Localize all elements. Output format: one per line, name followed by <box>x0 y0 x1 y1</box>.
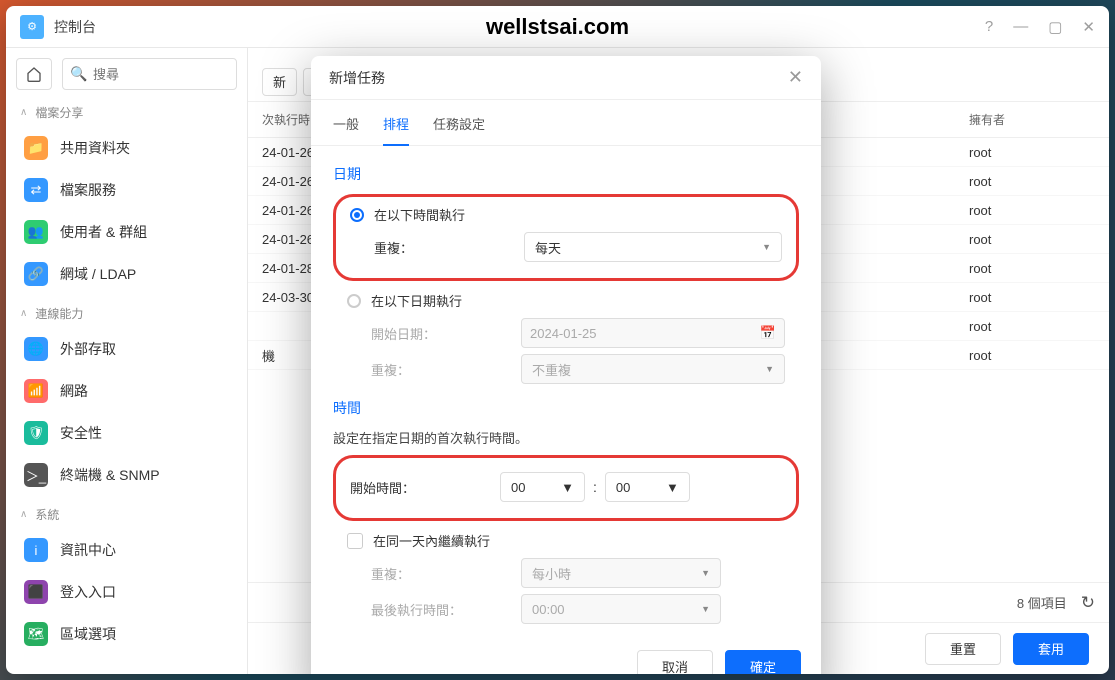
column-owner[interactable]: 擁有者 <box>969 111 1109 128</box>
folder-icon: 📁 <box>24 136 48 160</box>
apply-button[interactable]: 套用 <box>1013 633 1089 665</box>
sidebar-item-external-access[interactable]: 🌐外部存取 <box>16 328 237 370</box>
section-system[interactable]: ∧系統 <box>16 496 237 529</box>
calendar-icon: 📅 <box>760 325 776 341</box>
radio-run-on-date[interactable] <box>347 294 361 308</box>
chevron-down-icon: ▼ <box>561 480 574 495</box>
close-window-icon[interactable]: ✕ <box>1082 18 1095 36</box>
window-titlebar: ⚙ 控制台 wellstsai.com ? — ▢ ✕ <box>6 6 1109 48</box>
sidebar-item-terminal-snmp[interactable]: ＞_終端機 & SNMP <box>16 454 237 496</box>
home-button[interactable] <box>16 58 52 90</box>
refresh-icon[interactable]: ↻ <box>1081 593 1095 613</box>
checkbox-continue-same-day[interactable] <box>347 533 363 549</box>
maximize-icon[interactable]: ▢ <box>1048 18 1062 36</box>
file-service-icon: ⇄ <box>24 178 48 202</box>
sidebar-item-info-center[interactable]: i資訊中心 <box>16 529 237 571</box>
minimize-icon[interactable]: — <box>1013 18 1028 36</box>
repeat2-select: 不重複 ▼ <box>521 354 785 384</box>
sidebar: 🔍 ∧檔案分享 📁共用資料夾 ⇄檔案服務 👥使用者 & 群組 🔗網域 / LDA… <box>6 48 248 674</box>
chevron-up-icon: ∧ <box>20 107 27 118</box>
shield-icon: 🛡 <box>24 421 48 445</box>
sidebar-item-network[interactable]: 📶網路 <box>16 370 237 412</box>
highlight-start-time: 開始時間： 00▼ : 00▼ <box>333 455 799 521</box>
start-hour-select[interactable]: 00▼ <box>500 472 585 502</box>
chevron-down-icon: ▼ <box>701 604 710 614</box>
network-icon: 📶 <box>24 379 48 403</box>
terminal-icon: ＞_ <box>24 463 48 487</box>
ldap-icon: 🔗 <box>24 262 48 286</box>
cancel-button[interactable]: 取消 <box>637 650 713 674</box>
portal-icon: ⬛ <box>24 580 48 604</box>
app-icon: ⚙ <box>20 15 44 39</box>
tab-task-settings[interactable]: 任務設定 <box>433 114 485 145</box>
start-min-select[interactable]: 00▼ <box>605 472 690 502</box>
users-icon: 👥 <box>24 220 48 244</box>
modal-tabs: 一般 排程 任務設定 <box>311 100 821 146</box>
repeat-select[interactable]: 每天 ▼ <box>524 232 782 262</box>
date-section-title: 日期 <box>333 164 799 184</box>
sidebar-item-security[interactable]: 🛡安全性 <box>16 412 237 454</box>
chevron-down-icon: ▼ <box>762 242 771 252</box>
chevron-up-icon: ∧ <box>20 308 27 319</box>
time-description: 設定在指定日期的首次執行時間。 <box>333 428 799 447</box>
region-icon: 🗺 <box>24 622 48 646</box>
watermark: wellstsai.com <box>486 14 629 40</box>
confirm-button[interactable]: 確定 <box>725 650 801 674</box>
chevron-down-icon: ▼ <box>701 568 710 578</box>
time-section-title: 時間 <box>333 398 799 418</box>
repeat3-select: 每小時 ▼ <box>521 558 721 588</box>
chevron-up-icon: ∧ <box>20 509 27 520</box>
help-icon[interactable]: ? <box>985 18 993 36</box>
sidebar-item-domain-ldap[interactable]: 🔗網域 / LDAP <box>16 253 237 295</box>
section-connectivity[interactable]: ∧連線能力 <box>16 295 237 328</box>
reset-button[interactable]: 重置 <box>925 633 1001 665</box>
modal-close-icon[interactable]: ✕ <box>788 67 803 88</box>
start-date-input: 2024-01-25 📅 <box>521 318 785 348</box>
search-input[interactable] <box>62 58 237 90</box>
tab-schedule[interactable]: 排程 <box>383 114 409 145</box>
sidebar-item-shared-folder[interactable]: 📁共用資料夾 <box>16 127 237 169</box>
tab-general[interactable]: 一般 <box>333 114 359 145</box>
modal-title: 新增任務 <box>329 68 385 88</box>
new-task-modal: 新增任務 ✕ 一般 排程 任務設定 日期 在以下時間執行 重複： <box>311 56 821 674</box>
sidebar-item-users-groups[interactable]: 👥使用者 & 群組 <box>16 211 237 253</box>
highlight-run-time: 在以下時間執行 重複： 每天 ▼ <box>333 194 799 281</box>
chevron-down-icon: ▼ <box>666 480 679 495</box>
chevron-down-icon: ▼ <box>765 364 774 374</box>
window-title: 控制台 <box>54 17 96 37</box>
info-icon: i <box>24 538 48 562</box>
sidebar-item-file-services[interactable]: ⇄檔案服務 <box>16 169 237 211</box>
section-file-share[interactable]: ∧檔案分享 <box>16 94 237 127</box>
radio-run-at-time[interactable] <box>350 208 364 222</box>
external-icon: 🌐 <box>24 337 48 361</box>
sidebar-item-login-portal[interactable]: ⬛登入入口 <box>16 571 237 613</box>
sidebar-item-region-options[interactable]: 🗺區域選項 <box>16 613 237 655</box>
last-run-select: 00:00 ▼ <box>521 594 721 624</box>
search-icon: 🔍 <box>70 66 87 83</box>
new-button[interactable]: 新 <box>262 68 297 96</box>
items-count: 8 個項目 <box>1017 593 1067 612</box>
